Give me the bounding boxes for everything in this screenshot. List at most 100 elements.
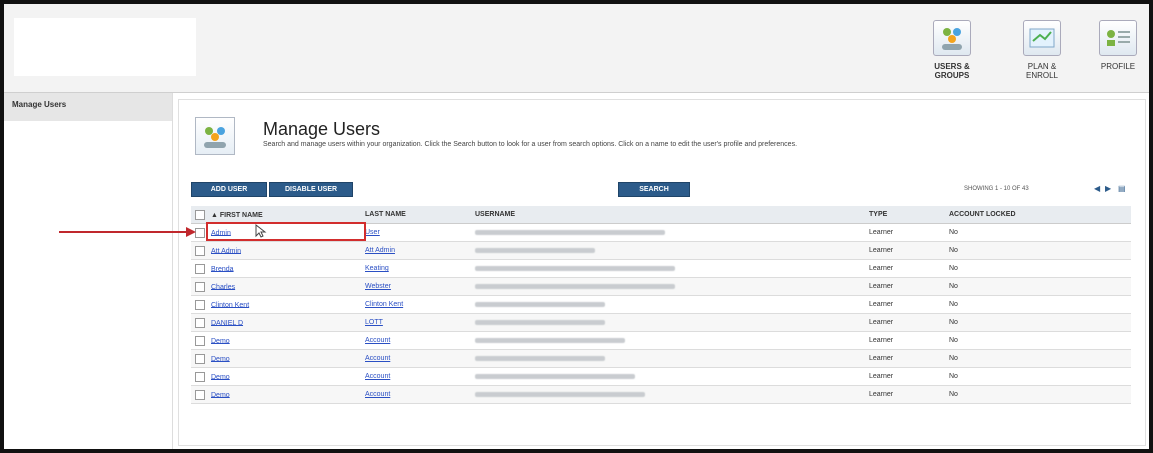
next-page-icon[interactable]: ▶	[1105, 184, 1111, 193]
locked-cell: No	[945, 295, 1131, 314]
last-name-link[interactable]: Att Admin	[365, 247, 395, 254]
first-name-link[interactable]: Demo	[211, 355, 230, 362]
first-name-link[interactable]: Clinton Kent	[211, 301, 249, 308]
annotation-arrow	[59, 231, 189, 233]
locked-cell: No	[945, 241, 1131, 260]
sidebar-item-manage-users[interactable]: Manage Users	[4, 93, 172, 121]
table-row: Clinton Kent Clinton Kent Learner No	[191, 295, 1131, 314]
table-row: Charles Webster Learner No	[191, 277, 1131, 296]
last-name-link[interactable]: Keating	[365, 265, 389, 272]
type-cell: Learner	[865, 259, 945, 278]
header-type[interactable]: TYPE	[865, 206, 945, 224]
type-cell: Learner	[865, 223, 945, 242]
annotation-highlight-box	[206, 222, 366, 241]
sidebar: Manage Users	[4, 93, 173, 449]
locked-cell: No	[945, 385, 1131, 404]
locked-cell: No	[945, 331, 1131, 350]
first-name-link[interactable]: Att Admin	[211, 247, 241, 254]
table-header-row: ▲ FIRST NAME LAST NAME USERNAME TYPE ACC…	[191, 206, 1131, 224]
header-last-name[interactable]: LAST NAME	[361, 206, 471, 224]
nav-label: USERS & GROUPS	[934, 62, 970, 80]
type-cell: Learner	[865, 349, 945, 368]
locked-cell: No	[945, 259, 1131, 278]
header-account-locked[interactable]: ACCOUNT LOCKED	[945, 206, 1131, 224]
last-name-link[interactable]: Clinton Kent	[365, 301, 403, 308]
row-checkbox[interactable]	[195, 353, 205, 364]
table-row: Demo Account Learner No	[191, 349, 1131, 368]
type-cell: Learner	[865, 313, 945, 332]
locked-cell: No	[945, 223, 1131, 242]
plan-enroll-icon	[1023, 20, 1061, 56]
row-checkbox[interactable]	[195, 227, 205, 238]
first-name-link[interactable]: Demo	[211, 391, 230, 398]
manage-users-icon	[195, 117, 235, 155]
prev-page-icon[interactable]: ◀	[1094, 184, 1100, 193]
table-row: Demo Account Learner No	[191, 331, 1131, 350]
username-redacted	[475, 355, 605, 361]
last-name-link[interactable]: Account	[365, 391, 390, 398]
last-name-link[interactable]: LOTT	[365, 319, 383, 326]
header-username[interactable]: USERNAME	[471, 206, 865, 224]
username-redacted	[475, 337, 625, 343]
page-description: Search and manage users within your orga…	[263, 141, 798, 148]
username-redacted	[475, 391, 645, 397]
nav-users-groups[interactable]: USERS & GROUPS	[916, 20, 988, 80]
type-cell: Learner	[865, 277, 945, 296]
select-all-checkbox[interactable]	[195, 209, 205, 220]
annotation-arrow-head	[186, 227, 196, 237]
row-checkbox[interactable]	[195, 299, 205, 310]
search-button[interactable]: SEARCH	[618, 182, 690, 197]
app-window: USERS & GROUPS PLAN & ENROLL PROFILE Man…	[0, 0, 1153, 453]
last-name-link[interactable]: Account	[365, 337, 390, 344]
row-checkbox[interactable]	[195, 263, 205, 274]
last-name-link[interactable]: Webster	[365, 283, 391, 290]
first-name-link[interactable]: Demo	[211, 373, 230, 380]
page-title: Manage Users	[263, 119, 381, 139]
row-checkbox[interactable]	[195, 389, 205, 400]
pagination-status: SHOWING 1 - 10 OF 43	[964, 186, 1029, 192]
type-cell: Learner	[865, 241, 945, 260]
username-redacted	[475, 319, 605, 325]
last-name-link[interactable]: Account	[365, 373, 390, 380]
first-name-link[interactable]: Charles	[211, 283, 235, 290]
row-checkbox[interactable]	[195, 335, 205, 346]
row-checkbox[interactable]	[195, 281, 205, 292]
first-name-link[interactable]: Demo	[211, 337, 230, 344]
nav-label: PLAN & ENROLL	[1025, 62, 1058, 80]
profile-icon	[1099, 20, 1137, 56]
row-checkbox[interactable]	[195, 245, 205, 256]
table-row: DANIEL D LOTT Learner No	[191, 313, 1131, 332]
row-checkbox[interactable]	[195, 371, 205, 382]
username-redacted	[475, 265, 675, 271]
disable-user-button[interactable]: DISABLE USER	[269, 182, 353, 197]
type-cell: Learner	[865, 331, 945, 350]
first-name-link[interactable]: DANIEL D	[211, 319, 243, 326]
nav-plan-enroll[interactable]: PLAN & ENROLL	[1012, 20, 1072, 80]
add-user-button[interactable]: ADD USER	[191, 182, 267, 197]
locked-cell: No	[945, 277, 1131, 296]
manage-users-panel: Manage Users Search and manage users wit…	[178, 99, 1146, 446]
username-redacted	[475, 301, 605, 307]
table-row: Demo Account Learner No	[191, 385, 1131, 404]
locked-cell: No	[945, 313, 1131, 332]
locked-cell: No	[945, 367, 1131, 386]
username-redacted	[475, 229, 665, 235]
table-row: Brenda Keating Learner No	[191, 259, 1131, 278]
nav-label: PROFILE	[1100, 62, 1136, 71]
first-name-link[interactable]: Brenda	[211, 265, 234, 272]
table-row: Demo Account Learner No	[191, 367, 1131, 386]
header-first-name[interactable]: ▲ FIRST NAME	[191, 206, 361, 224]
mouse-cursor-icon	[255, 223, 267, 238]
username-redacted	[475, 247, 595, 253]
last-name-link[interactable]: User	[365, 229, 380, 236]
username-redacted	[475, 283, 675, 289]
type-cell: Learner	[865, 295, 945, 314]
users-groups-icon	[933, 20, 971, 56]
row-checkbox[interactable]	[195, 317, 205, 328]
table-row: Att Admin Att Admin Learner No	[191, 241, 1131, 260]
grid-view-icon[interactable]: ▤	[1118, 184, 1126, 193]
last-name-link[interactable]: Account	[365, 355, 390, 362]
nav-profile[interactable]: PROFILE	[1096, 20, 1140, 71]
type-cell: Learner	[865, 367, 945, 386]
type-cell: Learner	[865, 385, 945, 404]
